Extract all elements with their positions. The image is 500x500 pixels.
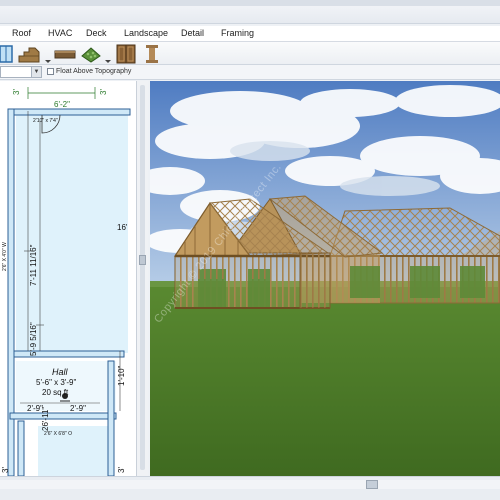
title-strip	[0, 0, 500, 24]
menu-landscape[interactable]: Landscape	[124, 28, 168, 39]
window-tool-icon[interactable]	[0, 44, 14, 64]
dim-top-right: 3'	[99, 89, 108, 95]
door-label: 2'10" x 7'4"	[33, 118, 58, 124]
window-label-left: 2'6" X 4'0" W	[2, 242, 8, 271]
menu-deck[interactable]: Deck	[86, 28, 107, 39]
cabinet-tool-icon[interactable]	[116, 44, 136, 64]
dim-top: 6'-2"	[54, 100, 70, 109]
app-window: Roof HVAC Deck Landscape Detail Framing	[0, 0, 500, 500]
plant-tool-icon[interactable]	[80, 44, 102, 64]
dropdown-arrow-icon-2[interactable]	[104, 44, 112, 64]
floor-plan-view[interactable]: 6'-2" 3' 3' 2'10" x 7'4" 7'-11 11/16" 5'…	[0, 81, 148, 476]
float-above-topography-label: Float Above Topography	[56, 68, 132, 75]
dim-top-left: 3'	[12, 89, 21, 95]
title-edge	[0, 0, 500, 6]
menu-detail[interactable]: Detail	[181, 28, 204, 39]
toolbar	[0, 42, 500, 65]
room-name-hall: Hall	[52, 367, 68, 377]
pane-splitter-scrollbar[interactable]	[136, 81, 148, 476]
menu-roof[interactable]: Roof	[12, 28, 31, 39]
3d-camera-view[interactable]	[150, 81, 500, 476]
dim-hall-width-2: 2'-9"	[70, 404, 86, 413]
menu-bar: Roof HVAC Deck Landscape Detail Framing	[0, 26, 500, 42]
dim-right: 16'	[117, 223, 128, 232]
floor-plan-drawing	[7, 87, 131, 476]
options-bar: ▼ Float Above Topography	[0, 65, 500, 80]
menu-framing[interactable]: Framing	[221, 28, 254, 39]
dropdown-arrow-icon[interactable]	[44, 44, 52, 64]
scroll-grip[interactable]	[139, 255, 146, 265]
chevron-down-icon: ▼	[31, 67, 41, 77]
door-label-bottom: 2'6" X 6'8" O	[44, 431, 72, 437]
float-above-topography-checkbox[interactable]	[47, 68, 54, 75]
dim-right-lower: 1'-10"	[117, 365, 126, 386]
room-area-hall: 20 sq ft	[42, 388, 69, 397]
column-tool-icon[interactable]	[144, 44, 160, 64]
dim-bottom-right: 3'	[117, 467, 126, 473]
room-size-hall: 5'-6" x 3'-9"	[36, 378, 77, 387]
dim-hall-width-1: 2'-9"	[27, 404, 43, 413]
stair-tool-icon[interactable]	[17, 44, 41, 64]
bench-tool-icon[interactable]	[54, 44, 76, 64]
menu-hvac[interactable]: HVAC	[48, 28, 72, 39]
status-bar	[0, 476, 500, 500]
3d-scene	[150, 81, 500, 476]
horizontal-scroll-grip[interactable]	[366, 480, 378, 489]
layer-dropdown[interactable]: ▼	[0, 66, 42, 78]
dim-vertical-main: 7'-11 11/16"	[29, 244, 38, 286]
dim-vertical-mid: 5'-9 5/16"	[29, 322, 38, 356]
scroll-track	[140, 85, 145, 470]
horizontal-scrollbar[interactable]	[0, 480, 500, 489]
dim-bottom-left: 3'	[1, 467, 10, 473]
